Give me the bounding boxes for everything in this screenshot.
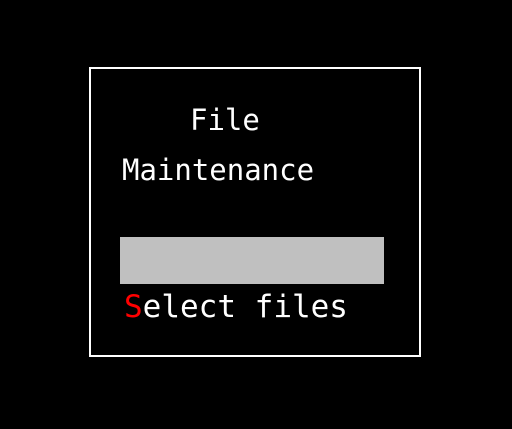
menu-item-label: elect files <box>142 289 348 325</box>
menu-item-all-files[interactable]: All files <box>120 237 384 325</box>
dialog-title-line-2: Maintenance <box>122 153 315 187</box>
file-maintenance-dialog: File Maintenance All files Select files <box>89 67 421 357</box>
dialog-title-line-1: File <box>190 103 260 137</box>
hotkey-letter: S <box>124 289 143 325</box>
menu-item-select-files[interactable]: Select files <box>120 284 390 331</box>
